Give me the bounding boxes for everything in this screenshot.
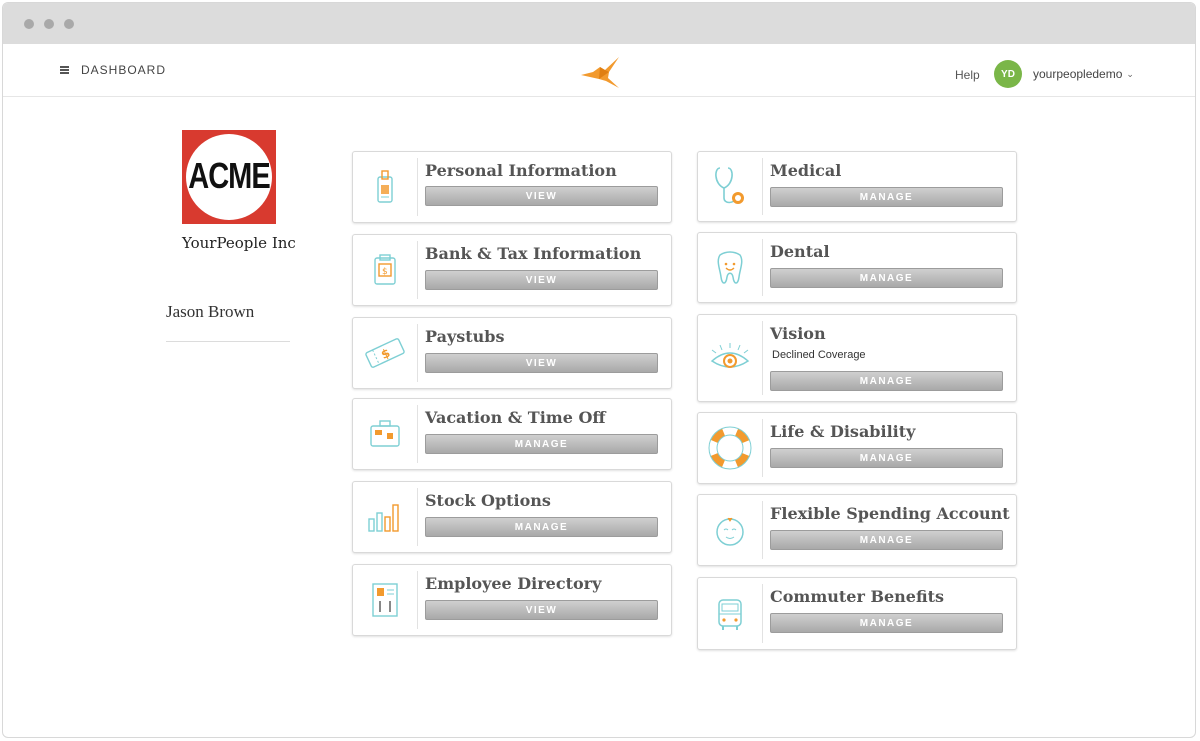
card-divider: [762, 239, 763, 296]
svg-text:$: $: [382, 267, 388, 277]
bar-chart-icon: [353, 482, 417, 552]
company-name: YourPeople Inc: [182, 234, 296, 252]
suitcase-icon: [353, 399, 417, 469]
card-dental: Dental MANAGE: [697, 232, 1017, 303]
coverage-status: Declined Coverage: [772, 349, 866, 361]
card-title: Commuter Benefits: [770, 587, 945, 606]
card-flexible-spending-account: Flexible Spending Account MANAGE: [697, 494, 1017, 566]
divider: [166, 341, 290, 342]
view-personal-information-button[interactable]: VIEW: [425, 186, 658, 206]
card-personal-information: Personal Information VIEW: [352, 151, 672, 223]
card-title: Bank & Tax Information: [425, 244, 642, 263]
card-employee-directory: Employee Directory VIEW: [352, 564, 672, 636]
card-stock-options: Stock Options MANAGE: [352, 481, 672, 553]
card-divider: [762, 158, 763, 215]
username-label: yourpeopledemo: [1033, 67, 1123, 81]
card-title: Paystubs: [425, 327, 505, 346]
chevron-down-icon: ⌄: [1126, 68, 1134, 79]
manage-vision-button[interactable]: MANAGE: [770, 371, 1003, 391]
card-title: Medical: [770, 161, 842, 180]
ticket-dollar-icon: $: [353, 318, 417, 388]
manage-vacation-button[interactable]: MANAGE: [425, 434, 658, 454]
card-title: Flexible Spending Account: [770, 504, 1010, 523]
view-paystubs-button[interactable]: VIEW: [425, 353, 658, 373]
company-logo-circle: ACME: [186, 134, 272, 220]
card-title: Employee Directory: [425, 574, 602, 593]
directory-icon: [353, 565, 417, 635]
window-titlebar: [3, 3, 1195, 44]
help-link[interactable]: Help: [955, 68, 980, 82]
window-dot-close[interactable]: [24, 19, 34, 29]
view-employee-directory-button[interactable]: VIEW: [425, 600, 658, 620]
view-bank-tax-button[interactable]: VIEW: [425, 270, 658, 290]
dashboard-label: DASHBOARD: [81, 63, 167, 77]
card-title: Vacation & Time Off: [425, 408, 606, 427]
manage-medical-button[interactable]: MANAGE: [770, 187, 1003, 207]
card-commuter-benefits: Commuter Benefits MANAGE: [697, 577, 1017, 650]
id-badge-icon: [353, 152, 417, 222]
avatar[interactable]: YD: [994, 60, 1022, 88]
card-vision: Vision Declined Coverage MANAGE: [697, 314, 1017, 402]
manage-fsa-button[interactable]: MANAGE: [770, 530, 1003, 550]
company-logo-text: ACME: [188, 156, 270, 197]
card-title: Dental: [770, 242, 830, 261]
card-divider: [417, 241, 418, 299]
card-divider: [762, 501, 763, 559]
eye-icon: [698, 315, 762, 401]
card-divider: [417, 405, 418, 463]
card-divider: [762, 584, 763, 643]
bus-icon: [698, 578, 762, 649]
card-paystubs: $ Paystubs VIEW: [352, 317, 672, 389]
stethoscope-icon: [698, 152, 762, 221]
manage-commuter-benefits-button[interactable]: MANAGE: [770, 613, 1003, 633]
card-bank-tax-information: $ Bank & Tax Information VIEW: [352, 234, 672, 306]
employee-name: Jason Brown: [166, 302, 255, 321]
user-menu[interactable]: yourpeopledemo ⌄: [1033, 67, 1134, 81]
clipboard-dollar-icon: $: [353, 235, 417, 305]
card-title: Stock Options: [425, 491, 551, 510]
card-divider: [417, 488, 418, 546]
card-divider: [762, 419, 763, 477]
manage-life-disability-button[interactable]: MANAGE: [770, 448, 1003, 468]
card-title: Personal Information: [425, 161, 617, 180]
card-divider: [417, 158, 418, 216]
card-divider: [417, 571, 418, 629]
manage-dental-button[interactable]: MANAGE: [770, 268, 1003, 288]
life-ring-icon: [698, 413, 762, 483]
window-dot-minimize[interactable]: [44, 19, 54, 29]
company-logo: ACME: [182, 130, 276, 224]
card-divider: [417, 324, 418, 382]
baby-icon: [698, 495, 762, 565]
card-divider: [762, 321, 763, 395]
card-vacation-time-off: Vacation & Time Off MANAGE: [352, 398, 672, 470]
card-life-disability: Life & Disability MANAGE: [697, 412, 1017, 484]
hamburger-icon[interactable]: [60, 66, 69, 74]
card-medical: Medical MANAGE: [697, 151, 1017, 222]
top-navigation: DASHBOARD Help YD yourpeopledemo ⌄: [3, 44, 1195, 97]
hummingbird-logo-icon[interactable]: [579, 55, 623, 89]
window-dot-zoom[interactable]: [64, 19, 74, 29]
card-title: Vision: [770, 324, 826, 343]
card-title: Life & Disability: [770, 422, 916, 441]
manage-stock-options-button[interactable]: MANAGE: [425, 517, 658, 537]
dashboard-menu-button[interactable]: DASHBOARD: [60, 60, 166, 80]
tooth-icon: [698, 233, 762, 302]
